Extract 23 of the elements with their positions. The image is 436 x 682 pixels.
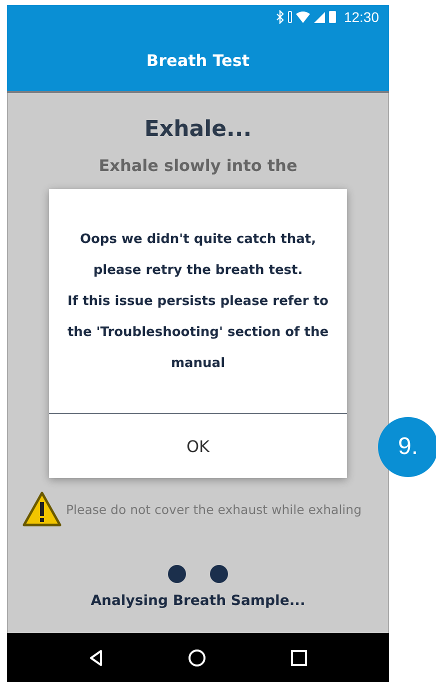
ok-button[interactable]: OK (49, 414, 347, 478)
warning-icon (22, 491, 62, 527)
wifi-icon (296, 11, 310, 23)
screen-heading: Exhale... (144, 117, 252, 142)
loading-dot-icon (168, 565, 186, 583)
dialog-message-line: please retry the breath test. (93, 262, 303, 280)
home-icon[interactable] (188, 648, 206, 666)
app-title: Breath Test (146, 50, 250, 70)
clock-time: 12:30 (344, 9, 379, 25)
dialog-message-line: the 'Troubleshooting' section of the (67, 324, 329, 342)
instruction-text: Exhale slowly into the (98, 156, 298, 175)
step-number-badge: 9. (378, 417, 436, 477)
loading-dot-icon (210, 565, 228, 583)
battery-icon (328, 11, 336, 23)
signal-icon (314, 12, 325, 22)
dialog-message-line: Oops we didn't quite catch that, (80, 230, 316, 248)
back-icon[interactable] (89, 650, 104, 666)
dialog-message-line: manual (170, 354, 226, 372)
bluetooth-icon (276, 10, 284, 24)
dialog-message-line: If this issue persists please refer to (68, 292, 328, 310)
warning-text: Please do not cover the exhaust while exhaling (66, 502, 362, 516)
recent-apps-icon[interactable] (290, 650, 307, 666)
progress-text: Analysing Breath Sample... (90, 593, 306, 609)
